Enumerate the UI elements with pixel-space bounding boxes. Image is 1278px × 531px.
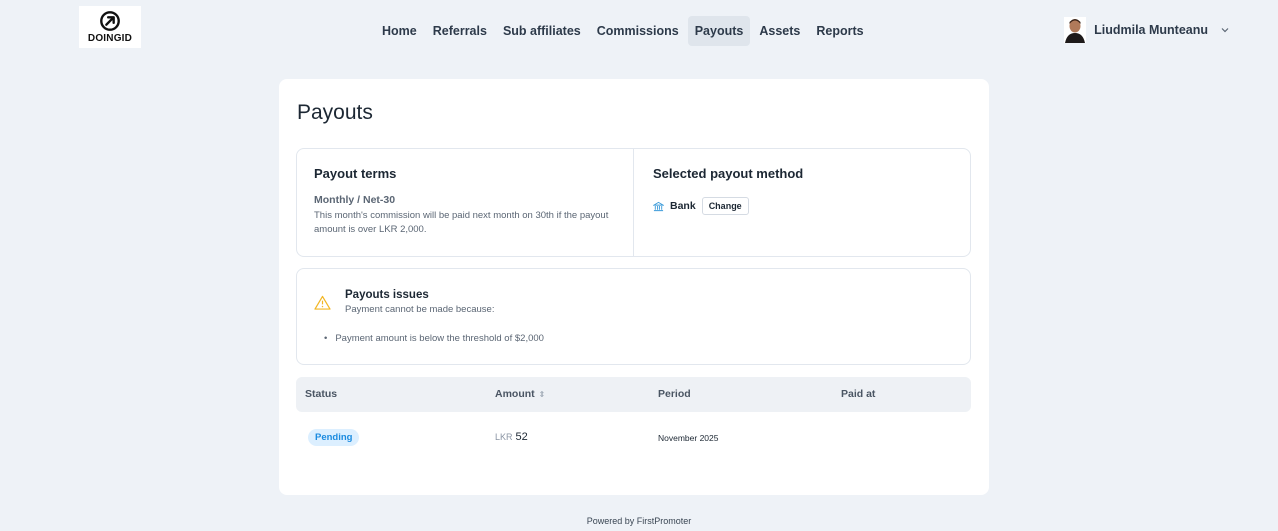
column-header-paid-at: Paid at — [841, 388, 876, 400]
chevron-down-icon[interactable] — [1220, 25, 1230, 35]
status-badge: Pending — [308, 429, 360, 446]
payout-issues-title: Payouts issues — [345, 289, 429, 301]
warning-icon — [314, 295, 331, 310]
payout-issues-subtitle: Payment cannot be made because: — [345, 304, 495, 315]
nav-item-home[interactable]: Home — [375, 16, 424, 46]
payout-method-row: Bank Change — [653, 197, 951, 215]
nav-item-commissions[interactable]: Commissions — [590, 16, 686, 46]
payout-schedule: Monthly / Net-30 — [314, 194, 396, 206]
nav-item-sub-affiliates[interactable]: Sub affiliates — [496, 16, 588, 46]
payout-method-heading: Selected payout method — [653, 166, 804, 181]
payouts-card: Payouts Payout terms Monthly / Net-30 Th… — [279, 79, 989, 495]
payout-issues-list: Payment amount is below the threshold of… — [324, 333, 544, 344]
payout-terms-section: Payout terms Monthly / Net-30 This month… — [297, 149, 634, 256]
page-title: Payouts — [297, 101, 373, 124]
brand-name: DOINGID — [87, 33, 133, 44]
amount-cell: LKR 52 — [495, 431, 528, 443]
column-header-amount-label: Amount — [495, 388, 535, 400]
payout-method-section: Selected payout method Bank Change — [634, 149, 970, 256]
payout-method-name: Bank — [670, 200, 696, 212]
payout-terms-description: This month's commission will be paid nex… — [314, 210, 609, 235]
payout-terms-heading: Payout terms — [314, 166, 397, 181]
nav-item-payouts[interactable]: Payouts — [687, 16, 751, 46]
main-nav: Home Referrals Sub affiliates Commission… — [375, 16, 871, 46]
nav-item-reports[interactable]: Reports — [809, 16, 870, 46]
nav-item-assets[interactable]: Assets — [752, 16, 807, 46]
user-menu[interactable]: Liudmila Munteanu — [1064, 17, 1230, 43]
payouts-table-header: Status Amount ⇕ Period Paid at — [296, 377, 971, 412]
column-header-amount[interactable]: Amount ⇕ — [495, 377, 545, 412]
avatar — [1064, 17, 1087, 43]
payout-info-panel: Payout terms Monthly / Net-30 This month… — [296, 148, 971, 257]
arrow-circle-icon — [100, 11, 120, 31]
bank-icon — [653, 201, 664, 211]
currency-code: LKR — [495, 432, 513, 442]
column-header-period: Period — [658, 388, 691, 400]
brand-logo[interactable]: DOINGID — [79, 6, 141, 48]
sort-icon[interactable]: ⇕ — [539, 390, 546, 399]
amount-value: 52 — [515, 431, 528, 443]
nav-item-referrals[interactable]: Referrals — [426, 16, 494, 46]
period-cell: November 2025 — [658, 433, 719, 443]
user-name: Liudmila Munteanu — [1094, 23, 1208, 37]
table-row: Pending LKR 52 November 2025 — [296, 424, 971, 450]
payout-issue-item: Payment amount is below the threshold of… — [324, 333, 544, 344]
footer-powered-by: Powered by FirstPromoter — [586, 516, 692, 526]
payout-issues-panel: Payouts issues Payment cannot be made be… — [296, 268, 971, 365]
change-payout-method-button[interactable]: Change — [701, 197, 749, 215]
column-header-status: Status — [305, 388, 338, 400]
